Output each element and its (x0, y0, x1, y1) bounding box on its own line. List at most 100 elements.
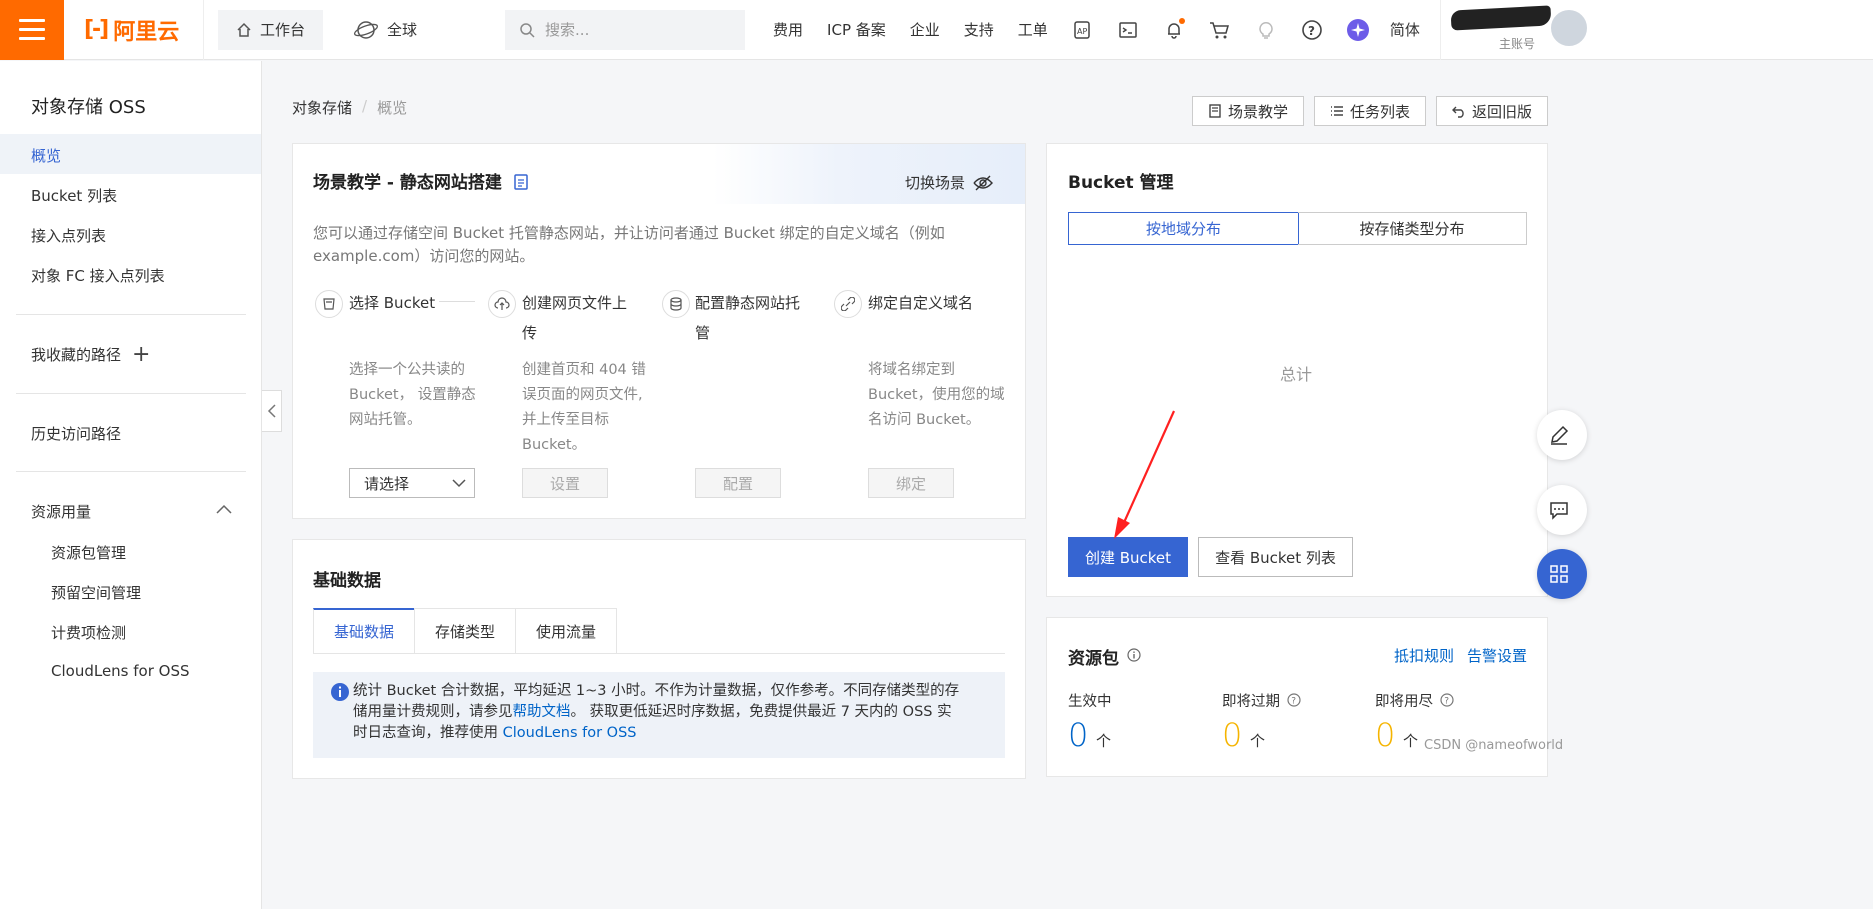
tab-basic-data[interactable]: 基础数据 (313, 608, 415, 654)
cloudlens-link[interactable]: CloudLens for OSS (503, 725, 637, 741)
annotation-arrow (1114, 410, 1176, 539)
sidebar-item-fc-access-points[interactable]: 对象 FC 接入点列表 (31, 265, 165, 286)
bucket-management-title: Bucket 管理 (1068, 173, 1174, 193)
step2-desc-line: Bucket。 (522, 437, 587, 453)
deduction-rules-link[interactable]: 抵扣规则 (1394, 645, 1454, 666)
sidebar-subitem-reserved-space[interactable]: 预留空间管理 (51, 582, 141, 603)
help-outline-icon[interactable]: ? (1440, 693, 1454, 707)
step3-title: 配置静态网站托 管 (695, 288, 815, 348)
help-doc-link[interactable]: 帮助文档 (513, 704, 571, 720)
step4-desc-line: 名访问 Bucket。 (868, 412, 981, 428)
sidebar-item-usage[interactable]: 资源用量 (31, 501, 91, 522)
aliyun-logo[interactable]: [-] 阿里云 (64, 0, 204, 60)
stat-active-label: 生效中 (1068, 694, 1112, 710)
account-area[interactable]: 主账号 (1440, 0, 1873, 60)
account-label: 主账号 (1499, 37, 1536, 51)
hamburger-menu-button[interactable] (0, 0, 64, 60)
resource-pack-title: 资源包 (1068, 649, 1119, 669)
sidebar-item-history[interactable]: 历史访问路径 (31, 423, 121, 444)
sidebar-collapse-toggle[interactable] (262, 390, 282, 432)
step1-title: 选择 Bucket (349, 294, 436, 312)
task-list-button[interactable]: 任务列表 (1314, 96, 1426, 126)
step2-desc-line: 误页面的网页文件, (522, 387, 643, 403)
svg-text:?: ? (1291, 697, 1296, 707)
tab-by-storage-type[interactable]: 按存储类型分布 (1298, 212, 1527, 245)
tab-by-region[interactable]: 按地域分布 (1068, 212, 1299, 245)
sidebar-item-access-points[interactable]: 接入点列表 (31, 225, 106, 246)
scene-tutorial-label: 场景教学 (1227, 102, 1288, 121)
language-switch[interactable]: 简体 (1390, 19, 1420, 40)
notice-text: 时日志查询，推荐使用 (353, 725, 503, 741)
logo-text: 阿里云 (113, 19, 180, 45)
top-bar: [-] 阿里云 工作台 全球 搜索... 费用 ICP 备案 企业 支持 工单 … (0, 0, 1873, 60)
alert-settings-link[interactable]: 告警设置 (1467, 645, 1527, 666)
breadcrumb: 对象存储 / 概览 (292, 97, 407, 118)
step2-title-line1: 创建网页文件上 (522, 294, 628, 312)
workbench-button[interactable]: 工作台 (218, 9, 324, 50)
chat-icon (1550, 502, 1568, 520)
setup-button[interactable]: 设置 (522, 468, 608, 498)
clipboard-icon[interactable] (513, 172, 529, 190)
globe-icon (354, 20, 379, 39)
tab-usage-traffic[interactable]: 使用流量 (515, 608, 617, 654)
nav-link-enterprise[interactable]: 企业 (910, 19, 940, 40)
view-bucket-list-button[interactable]: 查看 Bucket 列表 (1198, 537, 1353, 577)
stat-depleting-value: 0 (1375, 716, 1396, 754)
global-label: 全球 (387, 21, 418, 39)
bucket-select-dropdown[interactable]: 请选择 (349, 468, 475, 498)
home-icon (237, 22, 251, 37)
nav-link-icp[interactable]: ICP 备案 (827, 19, 886, 40)
breadcrumb-root[interactable]: 对象存储 (292, 97, 352, 118)
step1-desc-line: 选择一个公共读的 (349, 362, 465, 378)
chevron-up-icon[interactable] (216, 504, 232, 514)
stat-expiring-value: 0 (1222, 716, 1243, 754)
divider (16, 471, 246, 472)
nav-link-ticket[interactable]: 工单 (1018, 19, 1048, 40)
sidebar-item-overview[interactable]: 概览 (31, 145, 61, 166)
help-icon[interactable]: ? (1300, 18, 1324, 42)
global-region-button[interactable]: 全球 (335, 10, 435, 50)
step3-title-line1: 配置静态网站托 (695, 294, 801, 312)
bell-icon[interactable] (1162, 17, 1186, 42)
tab-storage-type[interactable]: 存储类型 (414, 608, 516, 654)
step3-title-line2: 管 (695, 324, 711, 342)
sidebar-subitem-cloudlens[interactable]: CloudLens for OSS (51, 662, 190, 680)
chat-float-button[interactable] (1537, 485, 1587, 535)
bucket-icon (315, 290, 343, 318)
sidebar-item-bucket-list[interactable]: Bucket 列表 (31, 185, 117, 206)
sidebar-subitem-resource-packs[interactable]: 资源包管理 (51, 542, 126, 563)
ap-icon[interactable]: AP (1070, 18, 1094, 42)
step2-desc-line: 并上传至目标 (522, 412, 609, 428)
bind-button[interactable]: 绑定 (868, 468, 954, 498)
add-favorite-icon[interactable]: + (132, 342, 150, 367)
basic-data-card: 基础数据 基础数据 存储类型 使用流量 统计 Bucket 合计数据，平均延迟 … (292, 539, 1026, 779)
step4-desc-line: Bucket，使用您的域 (868, 387, 1005, 403)
nav-link-fees[interactable]: 费用 (773, 19, 803, 40)
lightbulb-icon[interactable] (1254, 18, 1278, 42)
cart-icon[interactable] (1208, 18, 1232, 42)
nav-link-support[interactable]: 支持 (964, 19, 994, 40)
divider (16, 314, 246, 315)
avatar[interactable] (1549, 8, 1589, 48)
configure-button[interactable]: 配置 (695, 468, 781, 498)
search-input[interactable]: 搜索... (505, 9, 746, 50)
terminal-icon[interactable] (1116, 18, 1140, 42)
scene-description: 您可以通过存储空间 Bucket 托管静态网站，并让访问者通过 Bucket 绑… (313, 222, 1003, 268)
breadcrumb-current: 概览 (377, 99, 408, 117)
edit-float-button[interactable] (1537, 410, 1587, 460)
ai-assistant-icon[interactable] (1346, 18, 1370, 42)
cloud-upload-icon (488, 290, 516, 318)
sidebar-subitem-billing-check[interactable]: 计费项检测 (51, 622, 126, 643)
switch-scene-button[interactable]: 切换场景 (905, 172, 993, 193)
info-outline-icon[interactable] (1127, 648, 1141, 662)
back-to-old-version-button[interactable]: 返回旧版 (1436, 96, 1548, 126)
step4-title: 绑定自定义域名 (868, 294, 974, 312)
apps-float-button[interactable] (1537, 549, 1587, 599)
help-outline-icon[interactable]: ? (1287, 693, 1301, 707)
stat-active-value: 0 (1068, 716, 1089, 754)
notice-line3: 时日志查询，推荐使用 CloudLens for OSS (353, 723, 985, 744)
sidebar-item-favorites[interactable]: 我收藏的路径 (31, 344, 121, 365)
search-placeholder: 搜索... (545, 21, 590, 39)
stat-depleting-label: 即将用尽 (1375, 694, 1433, 710)
scene-tutorial-button[interactable]: 场景教学 (1192, 96, 1304, 126)
